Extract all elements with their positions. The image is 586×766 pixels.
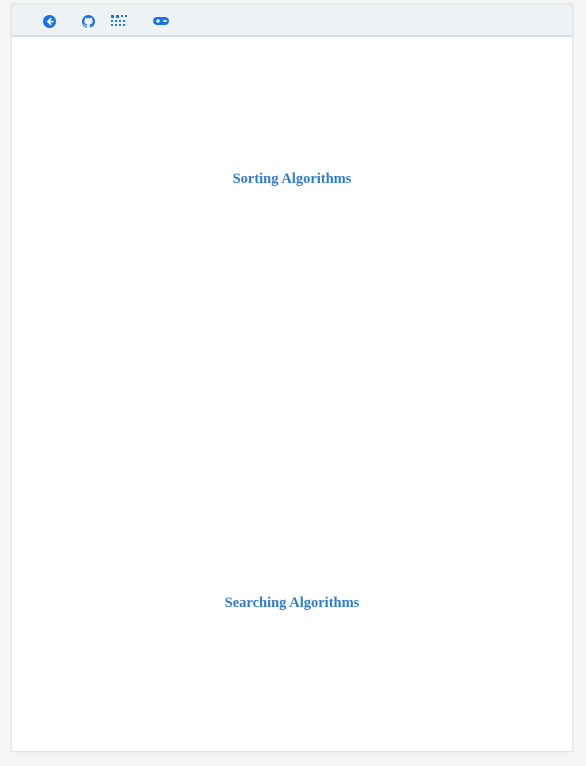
back-button[interactable] [40,12,58,30]
top-toolbar [12,5,572,37]
searching-algorithms-heading: Searching Algorithms [224,595,360,611]
github-icon [81,14,95,28]
page-frame: Sorting Algorithms Searching Algorithms [11,4,573,752]
gamepad-icon [153,16,169,26]
grid-dots-icon [111,15,127,27]
algorithm-grid-button[interactable] [110,12,128,30]
game-button[interactable] [152,12,170,30]
back-arrow-icon [42,14,56,28]
sorting-algorithms-heading: Sorting Algorithms [232,171,352,187]
github-button[interactable] [79,12,97,30]
